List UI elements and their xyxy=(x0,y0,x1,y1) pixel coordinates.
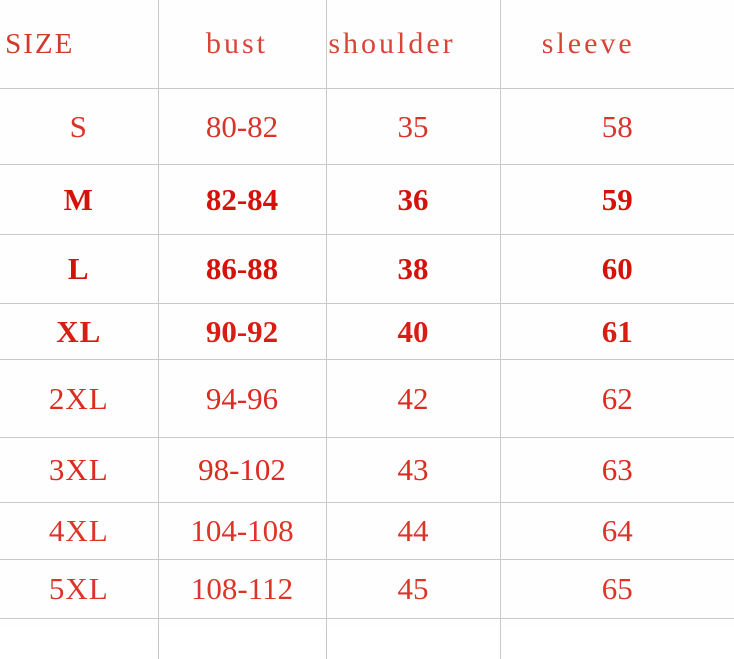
table-row: 3XL 98-102 43 63 xyxy=(0,438,734,503)
size-chart-table: SIZE bust shoulder sleeve S 80-82 35 58 … xyxy=(0,0,734,659)
column-header-bust: bust xyxy=(158,0,326,89)
cell-bust: 108-112 xyxy=(158,560,326,619)
table-row: XL 90-92 40 61 xyxy=(0,304,734,360)
table-row-partial xyxy=(0,619,734,659)
table-row: L 86-88 38 60 xyxy=(0,235,734,304)
cell-shoulder: 42 xyxy=(326,360,500,438)
size-chart: SIZE bust shoulder sleeve S 80-82 35 58 … xyxy=(0,0,734,626)
cell-bust: 90-92 xyxy=(158,304,326,360)
table-row: 5XL 108-112 45 65 xyxy=(0,560,734,619)
cell-shoulder: 35 xyxy=(326,89,500,165)
cell-sleeve: 62 xyxy=(500,360,734,438)
cell-bust: 104-108 xyxy=(158,503,326,560)
column-header-size: SIZE xyxy=(0,0,158,89)
cell-size: XL xyxy=(0,304,158,360)
cell-sleeve: 58 xyxy=(500,89,734,165)
table-row: 2XL 94-96 42 62 xyxy=(0,360,734,438)
column-header-sleeve: sleeve xyxy=(500,0,734,89)
cell-size: 3XL xyxy=(0,438,158,503)
table-header-row: SIZE bust shoulder sleeve xyxy=(0,0,734,89)
cell-shoulder: 43 xyxy=(326,438,500,503)
cell-sleeve: 65 xyxy=(500,560,734,619)
cell-bust: 80-82 xyxy=(158,89,326,165)
column-header-shoulder: shoulder xyxy=(326,0,500,89)
cell-empty xyxy=(0,619,158,659)
cell-empty xyxy=(500,619,734,659)
cell-shoulder: 36 xyxy=(326,165,500,235)
cell-size: 4XL xyxy=(0,503,158,560)
cell-sleeve: 59 xyxy=(500,165,734,235)
size-chart-body: SIZE bust shoulder sleeve S 80-82 35 58 … xyxy=(0,0,734,659)
cell-shoulder: 44 xyxy=(326,503,500,560)
cell-bust: 82-84 xyxy=(158,165,326,235)
cell-sleeve: 61 xyxy=(500,304,734,360)
cell-bust: 86-88 xyxy=(158,235,326,304)
cell-empty xyxy=(326,619,500,659)
table-row: 4XL 104-108 44 64 xyxy=(0,503,734,560)
cell-bust: 98-102 xyxy=(158,438,326,503)
cell-size: M xyxy=(0,165,158,235)
cell-sleeve: 64 xyxy=(500,503,734,560)
cell-sleeve: 63 xyxy=(500,438,734,503)
cell-bust: 94-96 xyxy=(158,360,326,438)
table-row: S 80-82 35 58 xyxy=(0,89,734,165)
cell-empty xyxy=(158,619,326,659)
table-row: M 82-84 36 59 xyxy=(0,165,734,235)
cell-size: 2XL xyxy=(0,360,158,438)
cell-size: S xyxy=(0,89,158,165)
cell-shoulder: 38 xyxy=(326,235,500,304)
cell-size: 5XL xyxy=(0,560,158,619)
cell-shoulder: 40 xyxy=(326,304,500,360)
cell-shoulder: 45 xyxy=(326,560,500,619)
cell-size: L xyxy=(0,235,158,304)
cell-sleeve: 60 xyxy=(500,235,734,304)
